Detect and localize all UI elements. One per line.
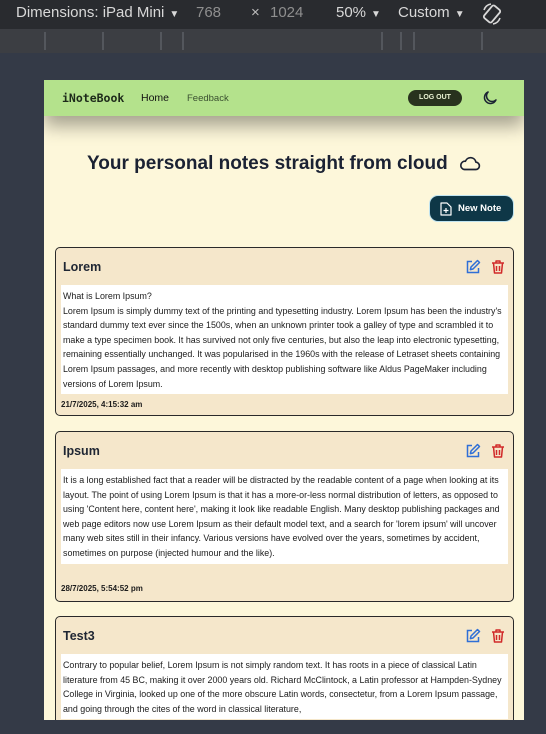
chevron-down-icon: ▼ (454, 9, 465, 20)
height-input[interactable]: 1024 (270, 4, 303, 21)
edit-icon[interactable] (465, 259, 481, 275)
new-note-label: New Note (458, 203, 502, 214)
chevron-down-icon: ▼ (371, 9, 381, 20)
edit-icon[interactable] (465, 628, 481, 644)
note-card: Ipsum It is a long established fact that… (55, 431, 514, 602)
moon-icon[interactable] (481, 89, 499, 107)
note-card: Test3 Contrary to popular belief, Lorem … (55, 616, 514, 720)
navbar: iNoteBook Home Feedback LOG OUT (44, 80, 524, 116)
edit-icon[interactable] (465, 443, 481, 459)
width-input[interactable]: 768 (196, 4, 221, 21)
zoom-label: 50% (336, 4, 367, 21)
chevron-down-icon: ▼ (169, 9, 180, 20)
note-card: Lorem What is Lorem Ipsum? Lorem Ipsum i… (55, 247, 514, 416)
nav-link-feedback[interactable]: Feedback (187, 93, 229, 104)
rotate-icon[interactable] (481, 2, 503, 26)
media-query-ruler (0, 29, 546, 53)
note-header: Lorem (56, 248, 513, 284)
throttle-label: Custom (398, 4, 450, 21)
dimension-separator: × (251, 4, 260, 21)
nav-link-home[interactable]: Home (141, 92, 169, 104)
cloud-icon (459, 156, 481, 171)
trash-icon[interactable] (490, 628, 506, 644)
note-title: Test3 (63, 629, 95, 643)
note-header: Test3 (56, 617, 513, 653)
note-description: It is a long established fact that a rea… (61, 469, 508, 564)
device-viewport: iNoteBook Home Feedback LOG OUT Your per… (44, 80, 524, 720)
device-label: Dimensions: iPad Mini (16, 4, 165, 21)
trash-icon[interactable] (490, 259, 506, 275)
trash-icon[interactable] (490, 443, 506, 459)
throttle-select[interactable]: Custom ▼ (398, 4, 465, 21)
logout-button[interactable]: LOG OUT (408, 90, 462, 106)
note-header: Ipsum (56, 432, 513, 468)
brand-logo[interactable]: iNoteBook (62, 91, 124, 105)
note-title: Ipsum (63, 444, 100, 458)
note-date: 21/7/2025, 4:15:32 am (61, 400, 143, 409)
file-plus-icon (440, 202, 452, 216)
note-description: Contrary to popular belief, Lorem Ipsum … (61, 654, 508, 720)
page-title-text: Your personal notes straight from cloud (87, 153, 448, 174)
new-note-button[interactable]: New Note (429, 195, 514, 222)
devtools-toolbar: Dimensions: iPad Mini ▼ 768 × 1024 50% ▼ C… (0, 0, 546, 29)
note-description: What is Lorem Ipsum? Lorem Ipsum is simp… (61, 285, 508, 395)
device-select[interactable]: Dimensions: iPad Mini ▼ (16, 4, 179, 21)
zoom-select[interactable]: 50% ▼ (336, 4, 381, 21)
note-date: 28/7/2025, 5:54:52 pm (61, 584, 143, 593)
page-title: Your personal notes straight from cloud (44, 153, 524, 175)
note-title: Lorem (63, 260, 102, 274)
